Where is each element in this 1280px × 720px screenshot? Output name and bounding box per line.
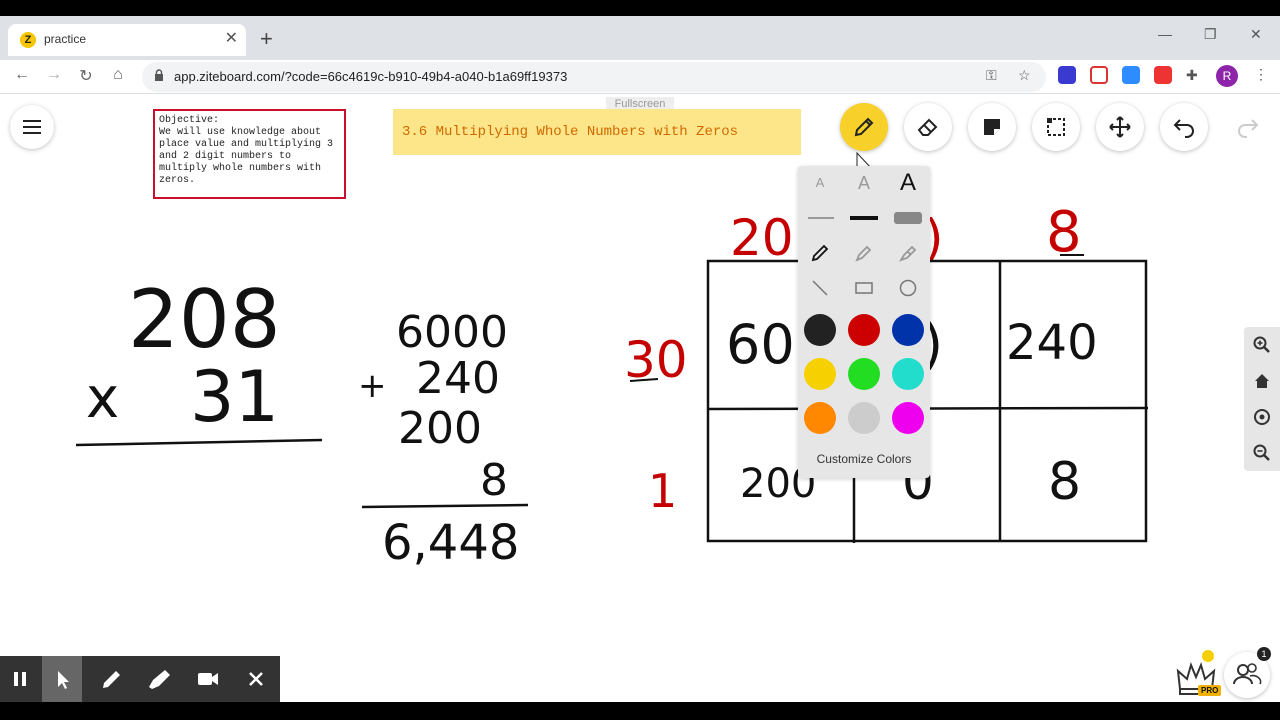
users-count-badge: 1 [1257,647,1271,661]
plus-sign: + [358,366,387,406]
zoom-dock [1244,327,1280,471]
partial-product: 6000 [396,307,508,358]
brush-type-row [798,236,930,270]
color-swatch-blue[interactable] [892,314,924,346]
font-size-large[interactable]: A [886,166,930,200]
problem-bottom-number: 31 [190,356,279,438]
cursor-icon [58,671,69,689]
pause-icon [14,672,26,686]
home-icon [1255,374,1269,388]
draw-button[interactable] [92,656,132,702]
times-sign: x [86,366,119,431]
home-view-button[interactable] [1244,363,1280,399]
restore-icon[interactable]: ❐ [1204,26,1217,43]
recording-toolbar [0,656,280,702]
new-tab-icon[interactable]: + [260,28,273,50]
pro-badge: PRO [1198,685,1222,696]
color-swatch-black[interactable] [804,314,836,346]
highlighter-icon [149,670,170,689]
stroke-medium[interactable] [842,201,886,235]
target-icon [1254,409,1270,425]
zoom-in-icon [1253,336,1270,353]
extension-record-icon[interactable] [1154,66,1172,84]
home-icon[interactable]: ⌂ [108,66,128,84]
shape-row [798,271,930,305]
extension-cast-icon[interactable] [1090,66,1108,84]
grid-cell-bottom-right: 8 [1048,452,1081,512]
close-toolbar-button[interactable] [236,656,276,702]
color-swatch-red[interactable] [848,314,880,346]
partial-product: 240 [416,353,500,404]
color-swatch-cyan[interactable] [892,358,924,390]
pen-options-palette: A A A Customize Colors [798,166,930,478]
stroke-thick[interactable] [886,201,930,235]
bottom-band [0,702,1280,720]
color-swatch-orange[interactable] [804,402,836,434]
ziteboard-favicon-icon: Z [20,32,36,48]
color-swatch-gray[interactable] [848,402,880,434]
whiteboard-canvas[interactable]: Objective: We will use knowledge about p… [0,95,1280,702]
line-shape-icon[interactable] [798,271,842,305]
camera-button[interactable] [188,656,228,702]
profile-avatar[interactable]: R [1216,65,1238,87]
notification-dot [1202,650,1214,662]
font-size-small[interactable]: A [798,166,842,200]
pencil-brush-icon[interactable] [798,236,842,270]
tab-title: practice [44,32,87,46]
url-text: app.ziteboard.com/?code=66c4619c-b910-49… [174,69,568,84]
pointer-button[interactable] [42,656,82,702]
extension-c-icon[interactable] [1058,66,1076,84]
pause-button[interactable] [0,656,40,702]
address-bar[interactable]: app.ziteboard.com/?code=66c4619c-b910-49… [142,62,1046,92]
stroke-thin[interactable] [798,201,842,235]
browser-tab[interactable]: Z practice ✕ [8,24,246,56]
tab-close-icon[interactable]: ✕ [225,30,238,48]
partial-product: 8 [480,455,508,506]
tab-strip: Z practice ✕ + — ❐ ✕ [0,16,1280,60]
browser-toolbar: ← → ↻ ⌂ app.ziteboard.com/?code=66c4619c… [0,60,1280,94]
color-swatch-green[interactable] [848,358,880,390]
key-icon[interactable]: ⚿ [986,67,997,84]
color-swatch-yellow[interactable] [804,358,836,390]
font-size-medium[interactable]: A [842,166,886,200]
grid-label-top-left: 20 [730,209,794,267]
problem-top-number: 208 [128,273,281,366]
lock-icon [155,69,163,81]
extension-zoom-icon[interactable] [1122,66,1140,84]
grid-cell-top-left: 60 [726,313,795,376]
handwriting-layer: 208 x 31 + 6000 240 200 8 6,448 20 ) 8 3… [75,151,1149,571]
stroke-width-row [798,201,930,235]
camera-icon [198,673,218,685]
grid-cell-top-right: 240 [1006,315,1098,371]
pencil-icon [103,671,120,688]
rectangle-shape-icon[interactable] [842,271,886,305]
color-swatch-magenta[interactable] [892,402,924,434]
star-icon[interactable]: ☆ [1018,67,1031,84]
grid-label-row-bottom: 1 [648,464,677,518]
sum-underline [361,503,529,509]
circle-shape-icon[interactable] [886,271,930,305]
back-icon[interactable]: ← [12,66,32,84]
partial-product: 200 [398,403,482,454]
close-icon [249,672,263,686]
reload-icon[interactable]: ↻ [76,66,96,86]
customize-colors-button[interactable]: Customize Colors [798,448,930,470]
menu-dots-icon[interactable]: ⋮ [1254,66,1268,83]
zoom-out-button[interactable] [1244,435,1280,471]
font-size-row: A A A [798,166,930,200]
problem-underline [75,438,323,447]
top-band [0,0,1280,16]
highlight-button[interactable] [140,656,180,702]
zoom-out-icon [1253,444,1270,461]
marker-brush-icon[interactable] [842,236,886,270]
highlighter-brush-icon[interactable] [886,236,930,270]
minimize-icon[interactable]: — [1158,26,1172,42]
forward-icon[interactable]: → [44,66,64,84]
close-window-icon[interactable]: ✕ [1250,26,1262,43]
sum-total: 6,448 [382,515,519,571]
center-view-button[interactable] [1244,399,1280,435]
zoom-in-button[interactable] [1244,327,1280,363]
extensions-icon[interactable]: ✚ [1186,67,1198,84]
